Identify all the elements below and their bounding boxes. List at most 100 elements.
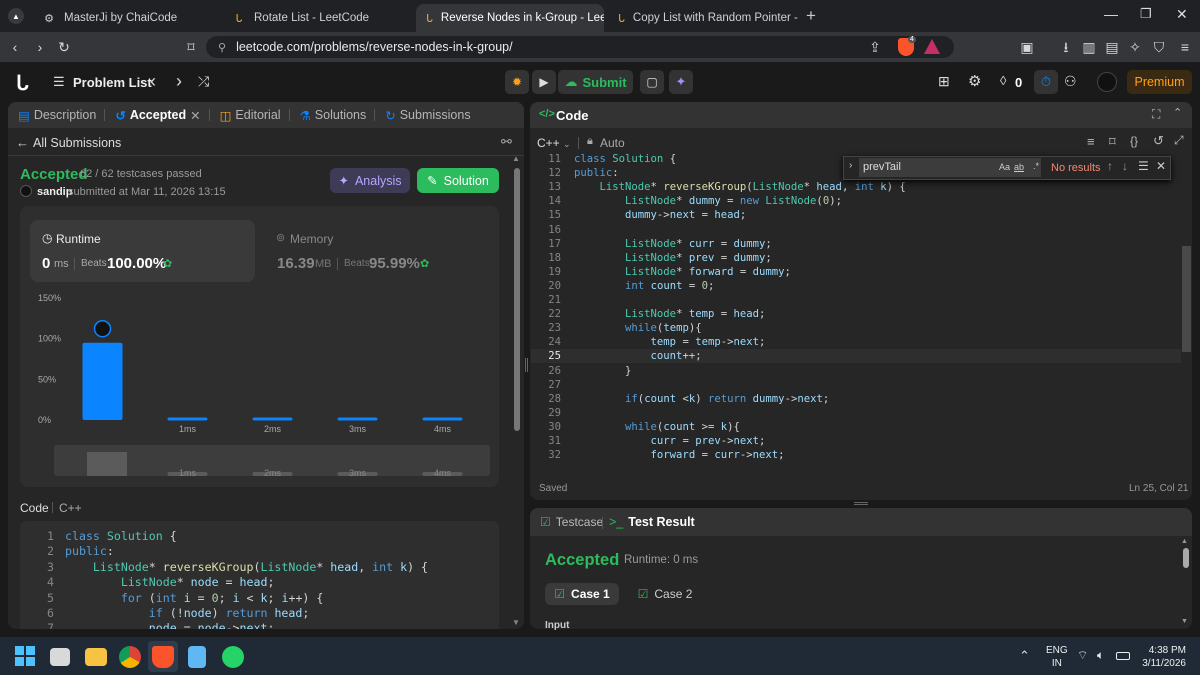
settings-icon[interactable]: ⚙ bbox=[968, 72, 981, 90]
format-icon[interactable]: ≡ bbox=[1087, 134, 1095, 149]
debug-icon[interactable]: ✹ bbox=[505, 70, 529, 94]
language-select[interactable]: C++ ⌄ bbox=[537, 136, 571, 150]
layout-icon[interactable]: ⊞ bbox=[938, 73, 950, 90]
scrollbar-thumb[interactable] bbox=[514, 168, 520, 431]
streak-icon[interactable]: ◊ bbox=[1000, 73, 1006, 88]
chrome-icon[interactable] bbox=[119, 646, 141, 668]
sidebar-icon[interactable]: ▥ bbox=[1080, 38, 1098, 56]
toggle-replace-icon[interactable]: › bbox=[849, 160, 852, 171]
editor-scrollbar-thumb[interactable] bbox=[1182, 246, 1191, 352]
tab-submissions[interactable]: ↻ Submissions bbox=[385, 108, 470, 123]
brave-rewards-icon[interactable] bbox=[924, 39, 940, 54]
next-match-icon[interactable]: ↓ bbox=[1122, 159, 1128, 173]
wifi-icon[interactable]: ⌔ bbox=[1077, 648, 1088, 663]
download-icon[interactable]: ⭳ bbox=[1057, 38, 1075, 56]
bookmark-icon[interactable]: ⌑ bbox=[1109, 134, 1116, 150]
wallet-icon[interactable]: ▤ bbox=[1103, 38, 1121, 56]
prev-problem-icon[interactable]: ‹ bbox=[150, 71, 156, 92]
site-info-icon[interactable]: ⚲ bbox=[218, 41, 226, 54]
leetcode-logo-icon[interactable]: ᒐ bbox=[16, 71, 29, 96]
previous-match-icon[interactable]: ↑ bbox=[1107, 159, 1113, 173]
shuffle-icon[interactable]: ⤮ bbox=[198, 73, 209, 90]
scroll-down-icon[interactable]: ▼ bbox=[512, 618, 520, 627]
test-scroll-up-icon[interactable]: ▲ bbox=[1181, 538, 1188, 545]
runtime-card[interactable] bbox=[30, 220, 255, 282]
tab-test-result[interactable]: >_ Test Result bbox=[609, 515, 695, 529]
clock[interactable]: 4:38 PM 3/11/2026 bbox=[1140, 644, 1186, 670]
address-bar[interactable]: ⚲ leetcode.com/problems/reverse-nodes-in… bbox=[206, 36, 954, 58]
line-text: while(count >= k){ bbox=[625, 420, 740, 433]
avatar[interactable] bbox=[1097, 72, 1117, 92]
close-find-icon[interactable]: ✕ bbox=[1156, 159, 1166, 173]
language-indicator[interactable]: ENG IN bbox=[1046, 644, 1068, 670]
premium-button[interactable]: Premium bbox=[1127, 70, 1192, 94]
braces-icon[interactable]: {} bbox=[1130, 134, 1138, 148]
reset-icon[interactable]: ↺ bbox=[1153, 133, 1164, 149]
next-problem-icon[interactable]: › bbox=[176, 71, 182, 92]
battery-icon[interactable] bbox=[1116, 652, 1130, 660]
timer-icon[interactable]: ⏱ bbox=[1034, 70, 1058, 94]
windows-start-icon[interactable] bbox=[15, 646, 35, 666]
tab-description[interactable]: ▤ Description bbox=[18, 108, 96, 123]
reader-icon[interactable]: ▣ bbox=[1018, 38, 1036, 56]
fullscreen-icon[interactable]: ⤢ bbox=[1174, 133, 1184, 148]
show-hidden-icons[interactable]: ⌃ bbox=[1019, 648, 1030, 664]
share-icon[interactable]: ⇪ bbox=[866, 38, 884, 56]
ai-assist-icon[interactable]: ✦ bbox=[669, 70, 693, 94]
solution-button[interactable]: ✎ Solution bbox=[417, 168, 499, 193]
scroll-up-icon[interactable]: ▲ bbox=[512, 154, 520, 163]
test-scrollbar-thumb[interactable] bbox=[1183, 548, 1189, 568]
window-minimize-button[interactable]: — bbox=[1104, 6, 1118, 22]
forward-icon[interactable]: › bbox=[31, 38, 49, 56]
volume-icon[interactable]: 🔈︎ bbox=[1097, 648, 1104, 663]
memory-card[interactable] bbox=[265, 220, 490, 282]
browser-tab-rotate-list[interactable]: ᒐ Rotate List - LeetCode bbox=[222, 4, 412, 32]
whatsapp-icon[interactable] bbox=[222, 646, 244, 668]
notes-icon[interactable]: ▢ bbox=[640, 70, 664, 94]
notepad-icon[interactable] bbox=[188, 646, 206, 668]
find-in-selection-icon[interactable]: ☰ bbox=[1138, 159, 1149, 173]
close-icon[interactable]: ✕ bbox=[190, 108, 200, 123]
code-editor[interactable]: 11 class Solution {12 public: 13 ListNode* … bbox=[531, 152, 1181, 468]
back-icon[interactable]: ‹ bbox=[6, 38, 24, 56]
case-1-tab[interactable]: ☑ Case 1 bbox=[545, 583, 619, 605]
add-user-icon[interactable]: ⚇ bbox=[1064, 73, 1077, 90]
window-close-button[interactable]: ✕ bbox=[1176, 6, 1188, 23]
new-tab-button[interactable]: + bbox=[806, 6, 816, 26]
analysis-button[interactable]: ✦ Analysis bbox=[330, 168, 410, 193]
tab-editorial[interactable]: ◫ Editorial bbox=[220, 108, 281, 123]
browser-menu-icon[interactable]: ▲ bbox=[8, 8, 24, 24]
regex-toggle[interactable]: .* bbox=[1033, 161, 1039, 171]
all-submissions-link[interactable]: All Submissions bbox=[33, 136, 121, 150]
browser-tab-copy-list[interactable]: ᒐ Copy List with Random Pointer - Leet bbox=[608, 4, 798, 32]
file-explorer-icon[interactable] bbox=[85, 648, 107, 666]
expand-icon[interactable]: ⛶ bbox=[1152, 107, 1160, 122]
test-scroll-down-icon[interactable]: ▼ bbox=[1181, 618, 1188, 625]
window-restore-button[interactable]: ❐ bbox=[1140, 6, 1152, 22]
vertical-resize-handle[interactable] bbox=[525, 358, 528, 372]
bookmark-icon[interactable]: ⌑ bbox=[182, 38, 200, 56]
browser-tab-reverse-nodes[interactable]: ᒐ Reverse Nodes in k-Group - Leet ✕ bbox=[416, 4, 604, 32]
match-case-toggle[interactable]: Aa bbox=[999, 162, 1010, 172]
leo-ai-icon[interactable]: ✧ bbox=[1126, 38, 1144, 56]
browser-tab-masterji[interactable]: ⚙ MasterJi by ChaiCode bbox=[32, 4, 217, 32]
browser-menu-icon[interactable]: ≡ bbox=[1176, 38, 1194, 56]
tab-solutions[interactable]: ⚗ Solutions bbox=[300, 108, 367, 123]
tab-accepted[interactable]: ↺ Accepted ✕ bbox=[115, 108, 200, 123]
run-button[interactable]: ▶ bbox=[532, 70, 556, 94]
autocomplete-mode[interactable]: Auto bbox=[600, 136, 625, 150]
submit-button[interactable]: ☁ Submit bbox=[558, 70, 633, 94]
case-2-tab[interactable]: ☑ Case 2 bbox=[628, 583, 702, 605]
collapse-icon[interactable]: ⌃ bbox=[1173, 106, 1182, 119]
vpn-icon[interactable]: ⛉ bbox=[1150, 38, 1168, 56]
brave-icon[interactable] bbox=[152, 646, 174, 668]
tab-testcase[interactable]: ☑ Testcase bbox=[540, 515, 603, 529]
whole-word-toggle[interactable]: ab bbox=[1014, 162, 1024, 172]
line-text: public: bbox=[65, 544, 114, 559]
back-arrow-icon[interactable]: ← bbox=[16, 135, 29, 150]
panel-resize-handle[interactable] bbox=[854, 502, 868, 505]
task-view-icon[interactable] bbox=[50, 648, 70, 666]
reload-icon[interactable]: ↻ bbox=[55, 38, 73, 56]
link-icon[interactable]: ⚯ bbox=[501, 134, 512, 150]
problem-list-link[interactable]: Problem List bbox=[73, 75, 152, 90]
